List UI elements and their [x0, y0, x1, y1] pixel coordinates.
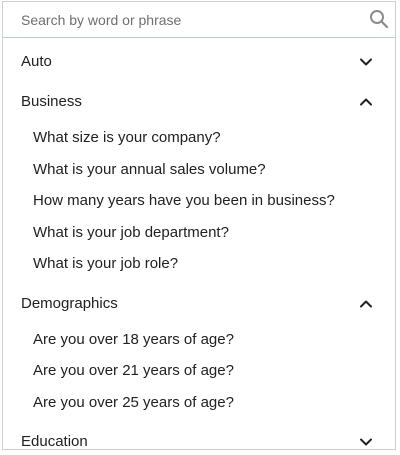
question-item[interactable]: What is your job role? [3, 248, 395, 280]
category-label: Business [21, 93, 82, 110]
category-label: Auto [21, 53, 52, 70]
chevron-down-icon[interactable] [359, 435, 373, 449]
category-header-auto[interactable]: Auto [3, 42, 395, 82]
category-header-demographics[interactable]: Demographics [3, 284, 395, 324]
question-label: How many years have you been in business… [33, 192, 335, 209]
category-label: Demographics [21, 294, 118, 312]
question-item[interactable]: What size is your company? [3, 122, 395, 154]
question-label: Are you over 21 years of age? [33, 362, 234, 379]
question-label: Are you over 25 years of age? [33, 393, 234, 411]
question-picker-panel: Auto Business What size is your company?… [2, 1, 396, 450]
question-label: What size is your company? [33, 129, 221, 146]
question-item[interactable]: What is your annual sales volume? [3, 154, 395, 186]
question-label: What is your job department? [33, 223, 229, 241]
chevron-up-icon[interactable] [359, 297, 373, 311]
question-item[interactable]: What is your job department? [3, 217, 395, 249]
chevron-down-icon[interactable] [359, 55, 373, 69]
search-icon[interactable] [369, 9, 389, 29]
category-header-business[interactable]: Business [3, 82, 395, 122]
category-label: Education [21, 433, 88, 450]
question-item[interactable]: Are you over 25 years of age? [3, 387, 395, 419]
chevron-up-icon[interactable] [359, 95, 373, 109]
question-item[interactable]: Are you over 21 years of age? [3, 355, 395, 387]
question-label: Are you over 18 years of age? [33, 330, 234, 348]
search-bar [3, 2, 395, 38]
question-label: What is your job role? [33, 255, 179, 272]
search-input[interactable] [3, 2, 395, 37]
question-item[interactable]: How many years have you been in business… [3, 185, 395, 217]
question-item[interactable]: Are you over 18 years of age? [3, 324, 395, 356]
category-list: Auto Business What size is your company?… [3, 42, 395, 450]
question-label: What is your annual sales volume? [33, 160, 266, 178]
category-header-education[interactable]: Education [3, 422, 395, 450]
